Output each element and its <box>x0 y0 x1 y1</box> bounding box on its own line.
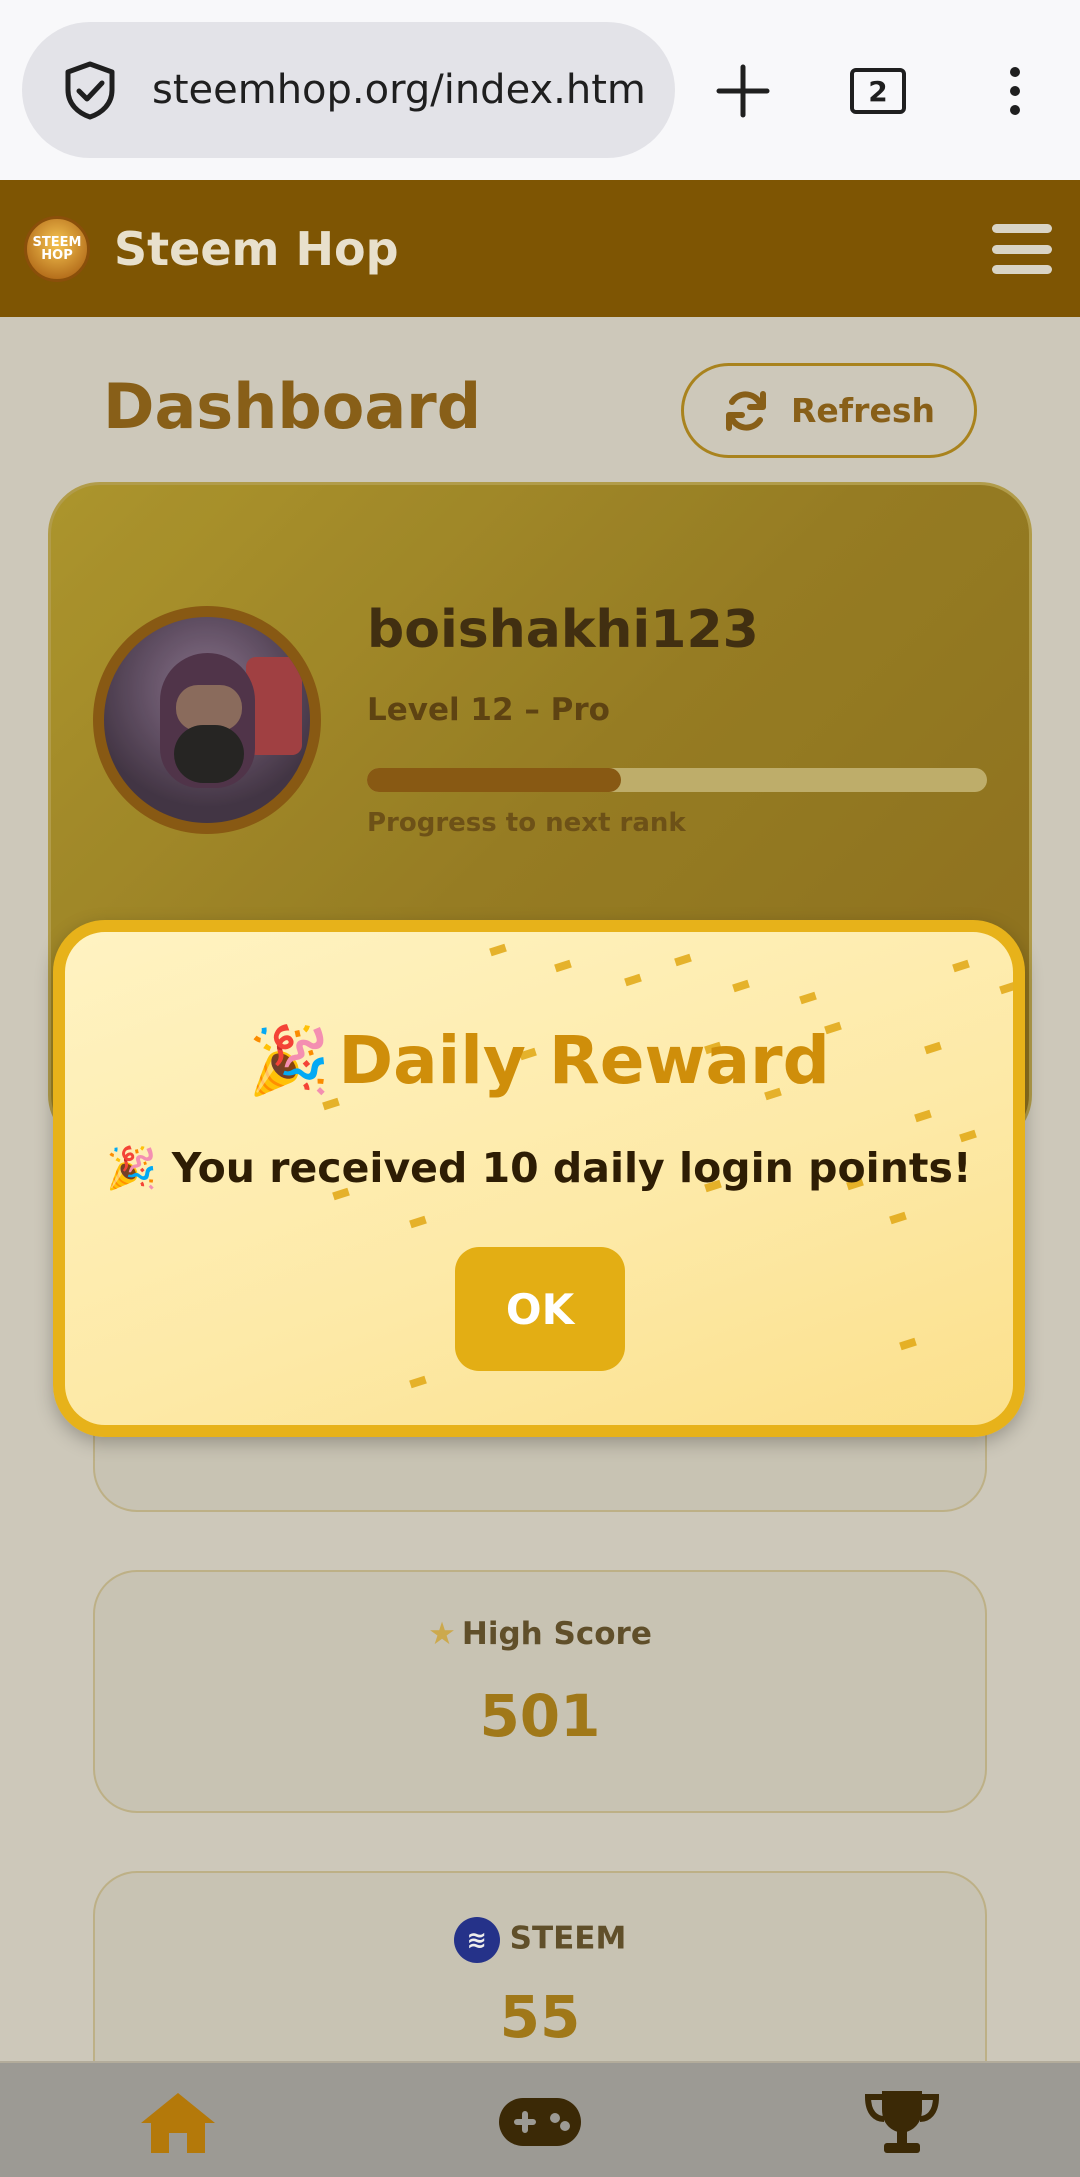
daily-reward-modal: 🎉 Daily Reward 🎉 You received 10 daily lo… <box>53 920 1025 1437</box>
modal-message: 🎉 You received 10 daily login points! <box>106 1144 972 1192</box>
plus-icon <box>716 64 770 118</box>
new-tab-button[interactable] <box>715 55 771 127</box>
party-popper-icon: 🎉 <box>248 1022 331 1099</box>
url-text[interactable]: steemhop.org/index.htm <box>152 67 646 113</box>
nav-games[interactable] <box>495 2087 585 2157</box>
modal-title: 🎉 Daily Reward <box>248 1022 830 1099</box>
gamepad-icon <box>499 2098 581 2146</box>
nav-home[interactable] <box>133 2087 223 2157</box>
browser-toolbar: steemhop.org/index.htm 2 <box>0 0 1080 180</box>
app-header: STEEM HOP Steem Hop <box>0 180 1080 317</box>
trophy-icon <box>864 2091 940 2153</box>
logo-text: STEEM HOP <box>32 234 82 263</box>
tab-count: 2 <box>850 68 906 114</box>
nav-leaderboard[interactable] <box>857 2087 947 2157</box>
app-logo[interactable]: STEEM HOP <box>24 215 90 282</box>
more-vert-icon <box>1010 67 1020 115</box>
browser-menu-button[interactable] <box>1000 55 1030 127</box>
bottom-nav <box>0 2061 1080 2177</box>
home-icon <box>141 2093 215 2153</box>
hamburger-menu-icon[interactable] <box>992 224 1052 274</box>
tab-switcher-button[interactable]: 2 <box>849 55 907 127</box>
shield-check-icon <box>65 61 115 120</box>
ok-button[interactable]: OK <box>455 1247 625 1371</box>
address-bar[interactable]: steemhop.org/index.htm <box>22 22 675 158</box>
app-title[interactable]: Steem Hop <box>114 222 399 276</box>
